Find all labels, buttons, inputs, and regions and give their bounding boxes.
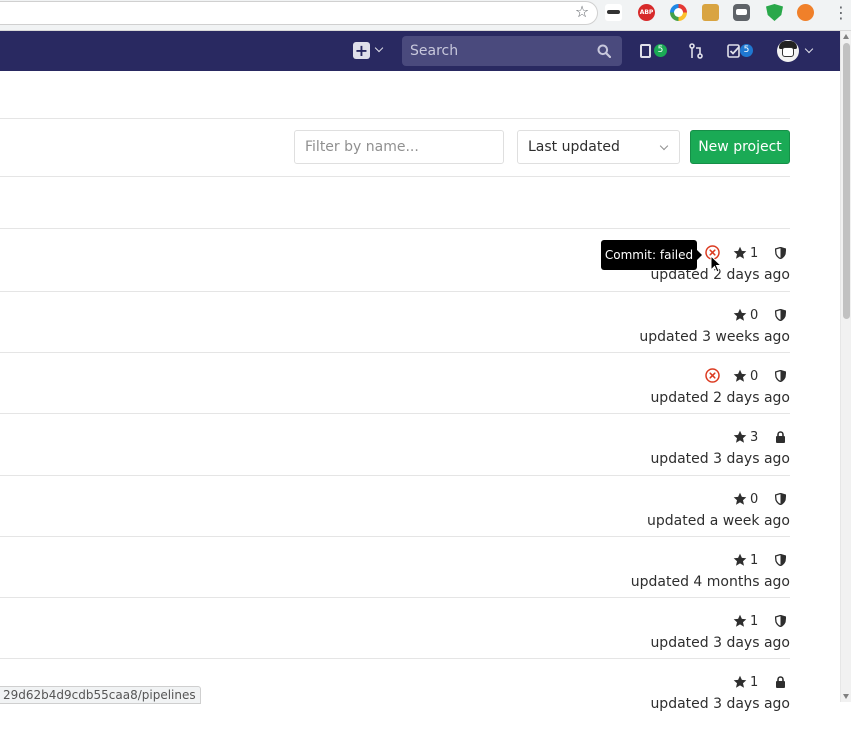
project-row[interactable]: 0 updated 3 weeks ago	[0, 302, 790, 363]
issues-button[interactable]: 5	[640, 43, 668, 59]
chat-icon[interactable]	[733, 4, 750, 21]
divider	[0, 597, 790, 598]
star-count: 1	[750, 614, 759, 629]
mouse-cursor-icon	[710, 255, 722, 273]
search-icon[interactable]	[597, 44, 611, 58]
face-icon[interactable]	[702, 4, 719, 21]
shield-icon	[775, 370, 786, 382]
divider	[0, 413, 790, 414]
chevron-down-icon	[804, 44, 814, 54]
project-row[interactable]: 0 updated a week ago	[0, 486, 790, 547]
star-count: 3	[750, 430, 759, 445]
shield-icon[interactable]	[766, 4, 783, 21]
updated-time: updated 3 days ago	[650, 635, 790, 651]
star-count: 0	[750, 492, 759, 507]
star-count: 0	[750, 308, 759, 323]
project-row[interactable]: 0 updated 2 days ago	[0, 363, 790, 424]
star-icon	[733, 492, 747, 505]
todo-check-icon	[727, 44, 740, 58]
project-row[interactable]: 1 updated 4 months ago	[0, 547, 790, 608]
star-icon	[733, 675, 747, 688]
star-icon	[733, 553, 747, 566]
sort-dropdown[interactable]: Last updated	[517, 130, 680, 164]
pipeline-failed-icon[interactable]	[705, 368, 720, 383]
scroll-down-arrow-icon[interactable]	[843, 694, 849, 699]
merge-request-icon[interactable]	[689, 43, 703, 59]
star-count: 0	[750, 369, 759, 384]
divider	[0, 475, 790, 476]
new-project-button[interactable]: New project	[690, 130, 790, 164]
shield-icon	[775, 615, 786, 627]
plus-icon: +	[353, 41, 370, 60]
search-input[interactable]	[402, 36, 592, 66]
chevron-down-icon	[374, 43, 384, 53]
divider	[0, 176, 790, 177]
divider	[0, 658, 790, 659]
lock-icon	[776, 676, 785, 688]
user-menu-button[interactable]	[777, 40, 817, 62]
updated-time: updated 3 weeks ago	[639, 329, 790, 345]
star-icon	[733, 430, 747, 443]
status-bar-url: 29d62b4d9cdb55caa8/pipelines	[0, 686, 201, 704]
shield-icon	[775, 247, 786, 259]
chevron-down-icon	[659, 141, 669, 151]
top-navbar: + 5 5	[0, 31, 840, 71]
search-box[interactable]	[402, 36, 622, 66]
updated-time: updated a week ago	[647, 513, 790, 529]
issues-icon	[640, 44, 651, 58]
browser-toolbar: ☆ ABP ⋮	[0, 0, 851, 31]
scroll-up-arrow-icon[interactable]	[843, 34, 849, 39]
updated-time: updated 4 months ago	[630, 574, 790, 590]
spy-glasses-icon[interactable]	[605, 4, 622, 21]
divider	[0, 291, 790, 292]
todos-button[interactable]: 5	[727, 43, 757, 59]
color-picker-icon[interactable]	[670, 4, 687, 21]
orange-circle-icon[interactable]	[797, 4, 814, 21]
star-icon	[733, 369, 747, 382]
page-scrollbar[interactable]	[840, 31, 851, 702]
updated-time: updated 3 days ago	[650, 696, 790, 712]
divider	[0, 352, 790, 353]
star-icon	[733, 614, 747, 627]
project-row[interactable]: 1 updated 3 days ago	[0, 608, 790, 669]
adblock-plus-icon[interactable]: ABP	[638, 4, 655, 21]
shield-icon	[775, 309, 786, 321]
divider	[0, 536, 790, 537]
todos-count-badge: 5	[740, 44, 753, 57]
shield-icon	[775, 554, 786, 566]
star-count: 1	[750, 553, 759, 568]
browser-menu-icon[interactable]: ⋮	[833, 4, 849, 22]
updated-time: updated 2 days ago	[650, 390, 790, 406]
sort-dropdown-label: Last updated	[528, 139, 620, 155]
lock-icon	[776, 431, 785, 443]
issues-count-badge: 5	[654, 44, 667, 57]
commit-status-tooltip: Commit: failed	[601, 240, 702, 270]
filter-by-name-input[interactable]	[294, 130, 504, 164]
new-dropdown-button[interactable]: +	[353, 42, 387, 60]
divider	[0, 118, 790, 119]
bookmark-star-icon[interactable]: ☆	[573, 3, 591, 21]
star-count: 1	[750, 675, 759, 690]
avatar	[777, 40, 799, 62]
star-icon	[733, 308, 747, 321]
updated-time: updated 3 days ago	[650, 451, 790, 467]
scrollbar-thumb[interactable]	[843, 43, 850, 319]
star-count: 1	[750, 246, 759, 261]
shield-icon	[775, 493, 786, 505]
address-bar[interactable]	[0, 1, 598, 25]
divider	[0, 228, 790, 229]
star-icon	[733, 246, 747, 259]
